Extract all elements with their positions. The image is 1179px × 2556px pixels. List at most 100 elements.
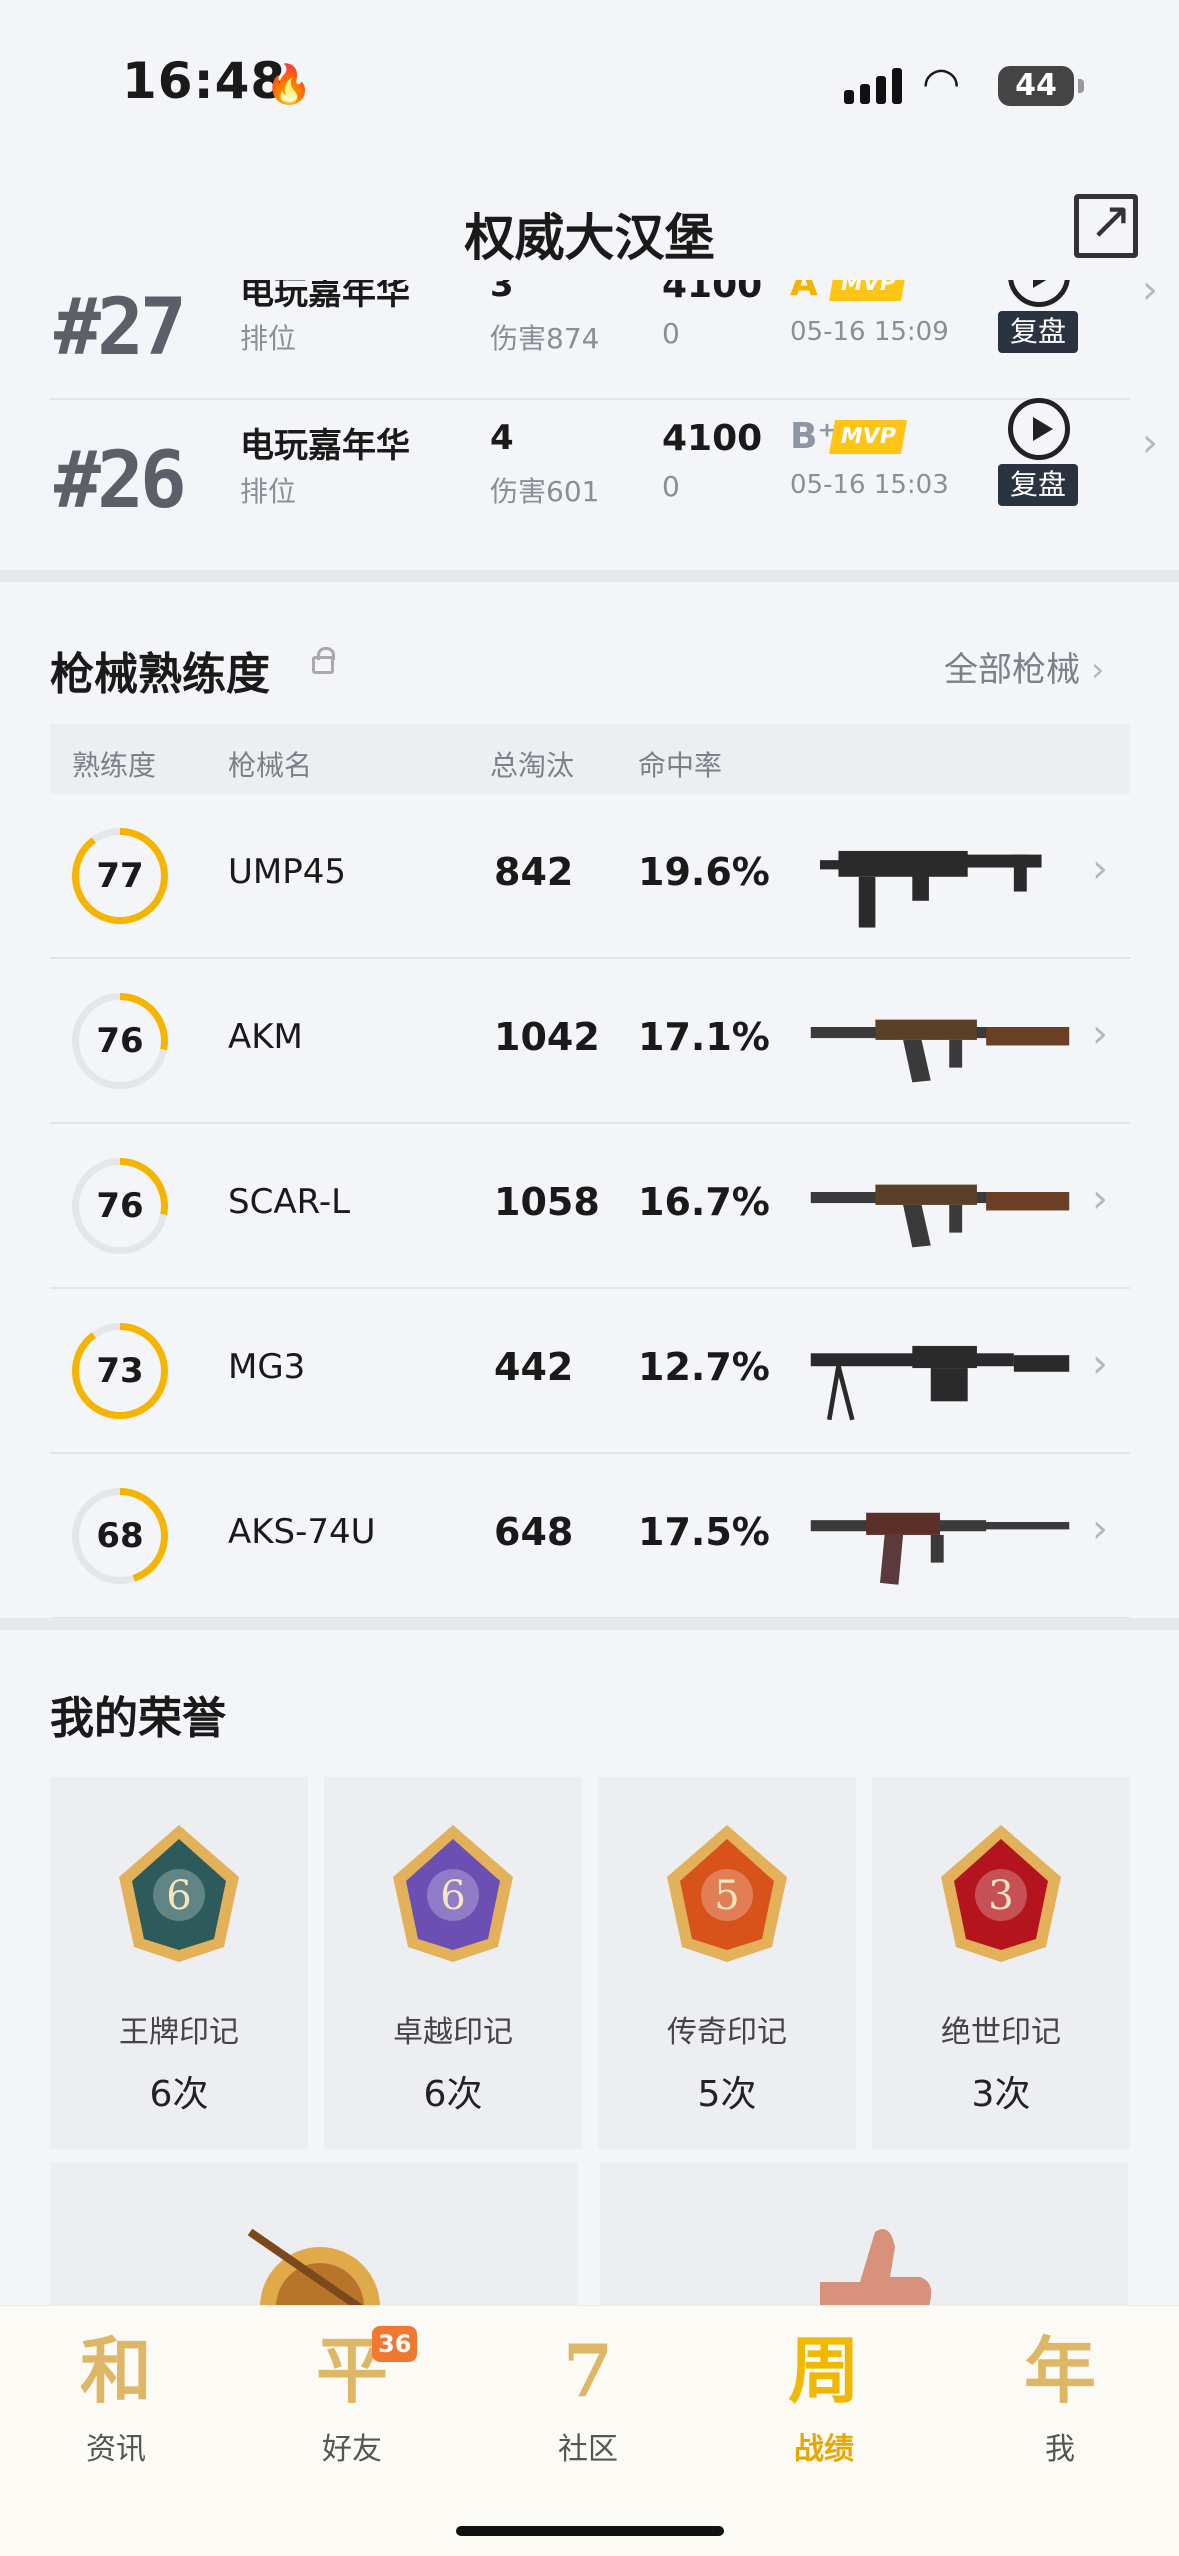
weapon-accuracy: 12.7%	[638, 1345, 770, 1389]
honor-name: 卓越印记	[393, 2015, 513, 2050]
replay-button[interactable]: 复盘	[998, 311, 1078, 353]
replay-button[interactable]: 复盘	[998, 464, 1078, 506]
match-type: 排位	[240, 322, 297, 355]
replay-icon[interactable]	[1008, 280, 1070, 307]
mastery-value: 77	[79, 835, 161, 917]
honor-card[interactable]: 5 传奇印记 5次	[598, 1777, 856, 2149]
mastery-ring: 77	[72, 828, 168, 924]
match-mode: 电玩嘉年华	[240, 280, 410, 313]
match-score-sub: 0	[662, 317, 680, 350]
section-divider	[0, 570, 1179, 582]
weapon-accuracy: 17.1%	[638, 1015, 770, 1059]
honor-card[interactable]: 6 王牌印记 6次	[50, 1777, 308, 2149]
flame-icon: 🔥	[265, 62, 313, 106]
honor-card[interactable]: 3 绝世印记 3次	[872, 1777, 1130, 2149]
section-divider	[0, 1618, 1179, 1630]
weapon-row[interactable]: 68 AKS-74U 648 17.5% ›	[50, 1454, 1130, 1619]
weapon-row[interactable]: 73 MG3 442 12.7% ›	[50, 1289, 1130, 1454]
honor-name: 传奇印记	[667, 2015, 787, 2050]
chevron-right-icon: ›	[1092, 1341, 1108, 1387]
weapon-section-title: 枪械熟练度	[50, 649, 270, 700]
all-weapons-label: 全部枪械	[944, 650, 1080, 690]
status-bar: 16:48 🔥 ◠ 44	[0, 0, 1179, 150]
match-score-sub: 0	[662, 470, 680, 503]
weapon-row[interactable]: 76 AKM 1042 17.1% ›	[50, 959, 1130, 1124]
weapon-name: UMP45	[228, 852, 346, 892]
battery-icon: 44	[998, 66, 1084, 106]
chevron-right-icon: ›	[1092, 1506, 1108, 1552]
weapon-table-header: 熟练度 枪械名 总淘汰 命中率	[50, 724, 1130, 794]
col-kills: 总淘汰	[490, 749, 575, 782]
honor-count: 6次	[149, 2074, 209, 2115]
chevron-right-icon: ›	[1142, 280, 1158, 313]
status-time: 16:48	[122, 52, 287, 110]
weapon-name: SCAR-L	[228, 1182, 351, 1222]
weapon-kills: 442	[494, 1345, 574, 1389]
page-title: 权威大汉堡	[464, 209, 715, 267]
tab-item[interactable]: 年我	[990, 2326, 1130, 2468]
match-row[interactable]: #27 电玩嘉年华 排位 3 伤害874 4100 0 A MVP 05-16 …	[50, 280, 1158, 390]
honor-badge-icon: 3	[941, 1825, 1061, 1962]
cellular-signal-icon	[844, 64, 902, 104]
weapon-name: MG3	[228, 1347, 306, 1387]
lock-icon	[312, 647, 335, 674]
match-kills: 4	[490, 418, 514, 458]
tab-label: 战绩	[794, 2432, 854, 2467]
all-weapons-link[interactable]: 全部枪械 ›	[944, 642, 1104, 691]
rifle-icon	[810, 1184, 1070, 1248]
weapon-accuracy: 17.5%	[638, 1510, 770, 1554]
mastery-value: 68	[79, 1495, 161, 1577]
tab-label: 好友	[322, 2432, 382, 2467]
tab-item[interactable]: 周战绩	[754, 2326, 894, 2468]
mastery-ring: 73	[72, 1323, 168, 1419]
honors-title: 我的荣誉	[50, 1693, 226, 1744]
match-list: #27 电玩嘉年华 排位 3 伤害874 4100 0 A MVP 05-16 …	[0, 280, 1179, 570]
mastery-ring: 68	[72, 1488, 168, 1584]
weapon-kills: 842	[494, 850, 574, 894]
match-grade: A	[790, 280, 818, 304]
chevron-right-icon: ›	[1142, 420, 1158, 466]
weapon-row[interactable]: 76 SCAR-L 1058 16.7% ›	[50, 1124, 1130, 1289]
weapon-name: AKM	[228, 1017, 303, 1057]
match-row[interactable]: #26 电玩嘉年华 排位 4 伤害601 4100 0 B⁺ MVP 05-16…	[50, 390, 1158, 555]
wifi-icon: ◠	[922, 58, 961, 109]
tab-item[interactable]: 平 36 好友	[282, 2326, 422, 2468]
tab-item[interactable]: 和资讯	[46, 2326, 186, 2468]
tab-label: 资讯	[86, 2432, 146, 2467]
mvp-badge: MVP	[829, 280, 907, 301]
match-rank: #26	[54, 436, 187, 526]
tab-icon: 年	[1023, 2328, 1096, 2413]
rifle-icon	[810, 1019, 1070, 1083]
tab-label: 我	[1045, 2432, 1075, 2467]
chevron-right-icon: ›	[1090, 650, 1105, 690]
col-mastery: 熟练度	[72, 749, 157, 782]
honor-badge-icon: 5	[667, 1825, 787, 1962]
carbine-icon	[810, 1512, 1070, 1585]
honor-card[interactable]: 6 卓越印记 6次	[324, 1777, 582, 2149]
match-damage: 伤害601	[490, 475, 600, 508]
mastery-value: 73	[79, 1330, 161, 1412]
col-name: 枪械名	[228, 749, 313, 782]
lmg-icon	[810, 1345, 1070, 1421]
page-header: 权威大汉堡	[0, 150, 1179, 280]
weapon-accuracy: 19.6%	[638, 850, 770, 894]
weapon-name: AKS-74U	[228, 1512, 376, 1552]
bottom-tab-bar: 和资讯平 36 好友 7 社区周战绩年我	[0, 2305, 1179, 2556]
tab-item[interactable]: 7 社区	[518, 2326, 658, 2468]
tab-label: 社区	[558, 2432, 618, 2467]
weapon-row[interactable]: 77 UMP45 842 19.6% ›	[50, 794, 1130, 959]
chevron-right-icon: ›	[1092, 1176, 1108, 1222]
notification-badge: 36	[372, 2326, 418, 2362]
match-mode: 电玩嘉年华	[240, 426, 410, 466]
match-rank: #27	[54, 283, 187, 373]
honor-count: 6次	[423, 2074, 483, 2115]
weapon-accuracy: 16.7%	[638, 1180, 770, 1224]
tab-icon: 周	[787, 2328, 860, 2413]
replay-icon[interactable]	[1008, 398, 1070, 460]
share-icon[interactable]	[1074, 191, 1138, 258]
weapon-kills: 1042	[494, 1015, 600, 1059]
tab-icon: 和	[79, 2328, 152, 2413]
smg-icon	[820, 850, 1042, 928]
honor-level: 6	[166, 1873, 191, 1919]
honor-name: 王牌印记	[119, 2015, 239, 2050]
